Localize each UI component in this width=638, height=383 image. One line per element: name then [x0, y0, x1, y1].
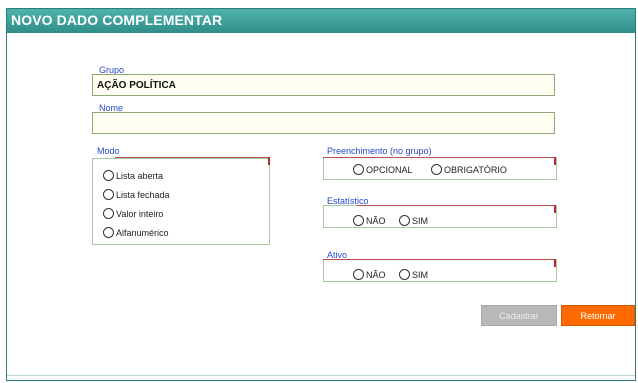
radio-label: Valor inteiro — [116, 208, 164, 219]
ativo-group-tick — [554, 259, 556, 267]
radio-obrigatorio[interactable]: OBRIGATÓRIO — [431, 164, 507, 175]
radio-opcional[interactable]: OPCIONAL — [353, 164, 413, 175]
radio-circle-icon — [103, 170, 114, 181]
estatistico-group-tick — [554, 205, 556, 213]
radio-circle-icon — [353, 215, 364, 226]
ativo-group-top — [323, 259, 556, 260]
preenchimento-label: Preenchimento (no grupo) — [327, 146, 432, 156]
retornar-button[interactable]: Retornar — [561, 305, 635, 326]
cadastrar-button[interactable]: Cadastrar — [481, 305, 557, 326]
preenchimento-group-top — [323, 157, 556, 158]
window-title: NOVO DADO COMPLEMENTAR — [11, 12, 223, 28]
radio-circle-icon — [103, 189, 114, 200]
radio-label: OPCIONAL — [366, 164, 413, 175]
grupo-value: AÇÃO POLÍTICA — [97, 80, 176, 91]
radio-circle-icon — [103, 227, 114, 238]
radio-label: OBRIGATÓRIO — [444, 164, 507, 175]
radio-label: SIM — [412, 215, 429, 226]
modo-group-tick — [268, 157, 270, 165]
estatistico-group-top — [357, 205, 556, 206]
radio-estatistico-sim[interactable]: SIM — [399, 215, 428, 226]
radio-label: Alfanumérico — [116, 227, 169, 238]
title-bar: NOVO DADO COMPLEMENTAR — [7, 9, 635, 33]
radio-circle-icon — [103, 208, 114, 219]
top-strip — [0, 0, 638, 6]
radio-lista-fechada[interactable]: Lista fechada — [103, 189, 170, 200]
radio-circle-icon — [399, 215, 410, 226]
preenchimento-group-tick — [554, 157, 556, 165]
modo-label: Modo — [97, 146, 120, 156]
radio-alfanumerico[interactable]: Alfanumérico — [103, 227, 169, 238]
radio-lista-aberta[interactable]: Lista aberta — [103, 170, 163, 181]
radio-label: SIM — [412, 269, 429, 280]
grupo-field[interactable]: AÇÃO POLÍTICA — [92, 74, 555, 96]
radio-estatistico-nao[interactable]: NÃO — [353, 215, 386, 226]
dialog-window: NOVO DADO COMPLEMENTAR Grupo AÇÃO POLÍTI… — [6, 8, 636, 381]
modo-group-top — [115, 157, 269, 158]
radio-circle-icon — [353, 164, 364, 175]
radio-circle-icon — [431, 164, 442, 175]
radio-label: NÃO — [366, 215, 386, 226]
radio-circle-icon — [353, 269, 364, 280]
radio-label: Lista aberta — [116, 170, 164, 181]
radio-valor-inteiro[interactable]: Valor inteiro — [103, 208, 163, 219]
form-body: Grupo AÇÃO POLÍTICA Nome Modo Lista aber… — [7, 33, 635, 376]
radio-ativo-nao[interactable]: NÃO — [353, 269, 386, 280]
radio-label: NÃO — [366, 269, 386, 280]
radio-ativo-sim[interactable]: SIM — [399, 269, 428, 280]
nome-field[interactable] — [92, 112, 555, 134]
radio-circle-icon — [399, 269, 410, 280]
radio-label: Lista fechada — [116, 189, 170, 200]
